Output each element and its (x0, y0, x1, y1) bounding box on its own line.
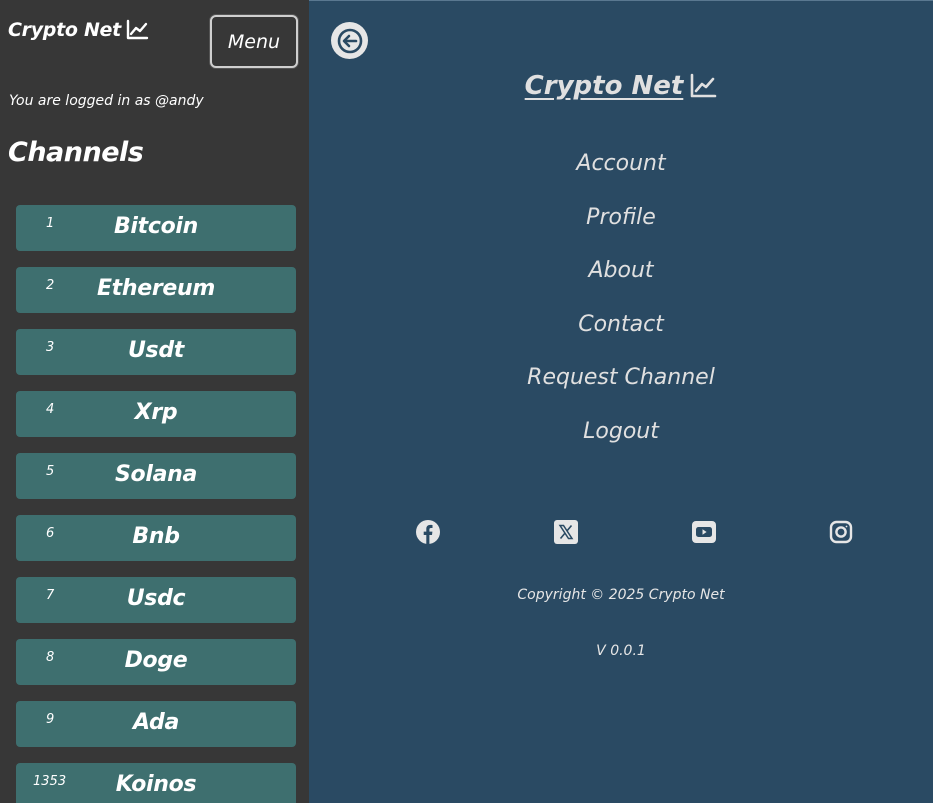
channel-item[interactable]: 5 Solana (16, 453, 296, 499)
channel-item[interactable]: 7 Usdc (16, 577, 296, 623)
main-menu-panel: Crypto Net Account Profile About Contact… (309, 0, 933, 803)
channel-name: Doge (124, 648, 188, 673)
channel-item[interactable]: 9 Ada (16, 701, 296, 747)
channel-name: Usdc (126, 586, 186, 611)
instagram-icon[interactable] (826, 517, 856, 547)
social-links (309, 517, 933, 549)
back-button[interactable] (331, 22, 368, 59)
channel-name: Xrp (134, 400, 178, 425)
menu-button[interactable]: Menu (210, 15, 298, 68)
version-text: V 0.0.1 (596, 643, 646, 659)
logged-in-text: You are logged in as @andy (9, 93, 204, 109)
chart-line-icon (691, 73, 717, 98)
channel-name: Ethereum (96, 276, 216, 301)
nav-account[interactable]: Account (309, 147, 933, 201)
brand-title: Crypto Net (8, 19, 121, 41)
channel-list: 1 Bitcoin 2 Ethereum 3 Usdt 4 Xrp 5 Sola… (16, 205, 296, 803)
channel-item[interactable]: 3 Usdt (16, 329, 296, 375)
channel-item[interactable]: 4 Xrp (16, 391, 296, 437)
main-brand: Crypto Net (309, 71, 933, 101)
channel-name: Bnb (132, 524, 180, 549)
channel-item[interactable]: 2 Ethereum (16, 267, 296, 313)
main-nav: Account Profile About Contact Request Ch… (309, 147, 933, 469)
nav-contact[interactable]: Contact (309, 308, 933, 362)
channels-title: Channels (8, 137, 144, 168)
arrow-left-icon (337, 28, 362, 53)
nav-request-channel[interactable]: Request Channel (309, 361, 933, 415)
channel-name: Usdt (127, 338, 185, 363)
nav-logout[interactable]: Logout (309, 415, 933, 469)
channel-item[interactable]: 1 Bitcoin (16, 205, 296, 251)
channel-name: Koinos (115, 772, 197, 797)
channel-name: Ada (132, 710, 180, 735)
main-brand-link[interactable]: Crypto Net (525, 71, 718, 101)
main-brand-title: Crypto Net (524, 71, 684, 101)
channel-item[interactable]: 6 Bnb (16, 515, 296, 561)
x-icon[interactable] (551, 517, 581, 547)
nav-about[interactable]: About (309, 254, 933, 308)
sidebar-brand[interactable]: Crypto Net (8, 19, 149, 41)
channel-name: Bitcoin (113, 214, 199, 239)
facebook-icon[interactable] (413, 517, 443, 547)
channel-name: Solana (114, 462, 198, 487)
copyright-text: Copyright © 2025 Crypto Net (517, 587, 725, 603)
nav-profile[interactable]: Profile (309, 201, 933, 255)
youtube-icon[interactable] (689, 517, 719, 547)
channel-item[interactable]: 1353 Koinos (16, 763, 296, 803)
chart-line-icon (126, 19, 149, 40)
sidebar: Crypto Net Menu You are logged in as @an… (0, 0, 309, 803)
channel-item[interactable]: 8 Doge (16, 639, 296, 685)
